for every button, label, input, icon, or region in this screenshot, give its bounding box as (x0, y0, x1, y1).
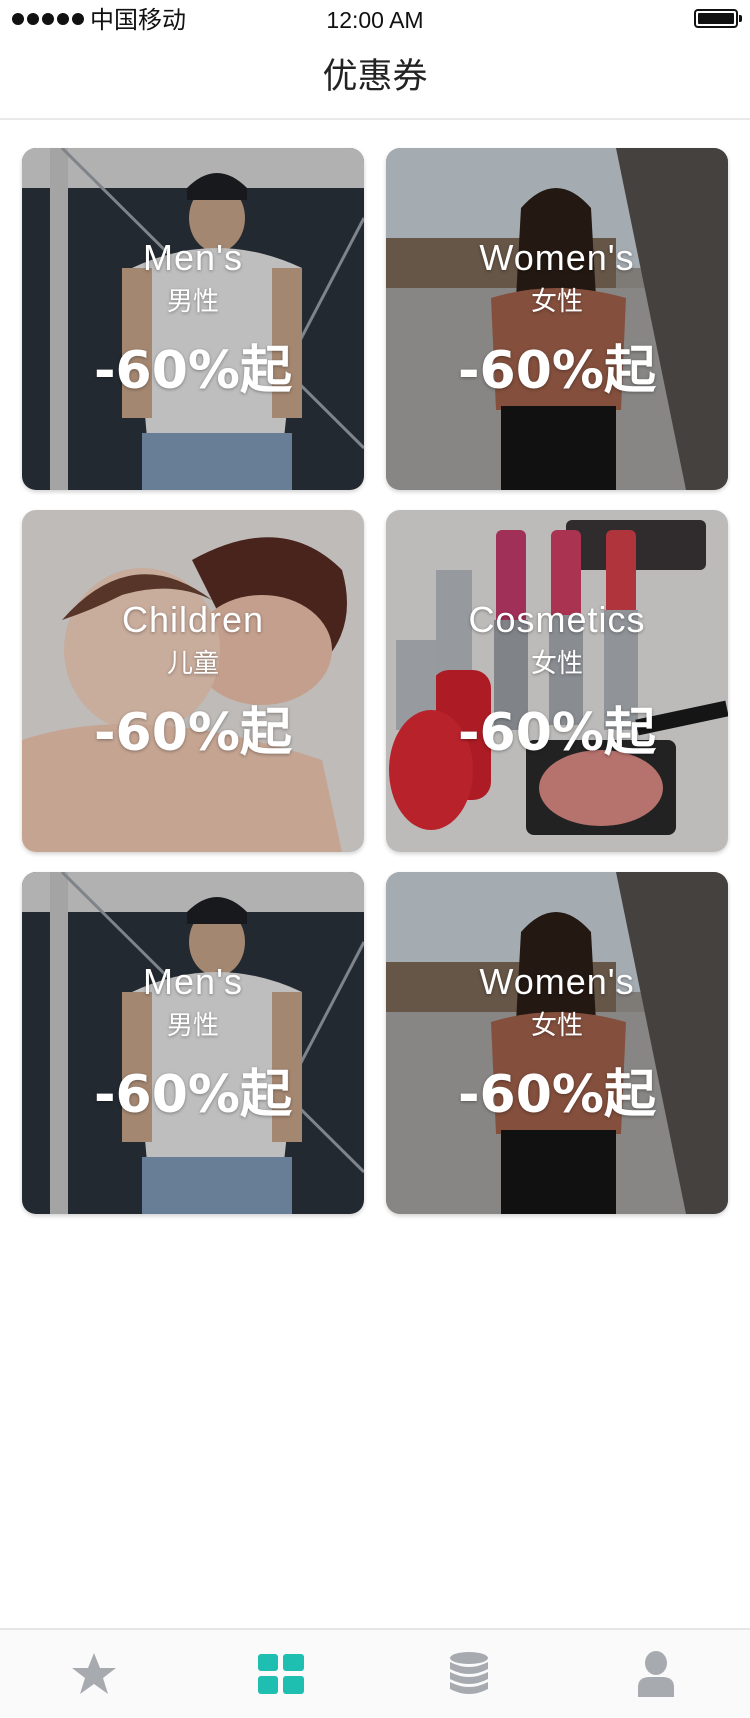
coupon-text: Cosmetics 女性 -60%起 (386, 600, 728, 764)
grid-icon (258, 1654, 305, 1694)
coupon-card-children[interactable]: Children 儿童 -60%起 (22, 510, 364, 852)
coupon-title: Women's (479, 237, 635, 278)
coupon-discount: -60%起 (93, 1065, 293, 1125)
coupon-card-cosmetics[interactable]: Cosmetics 女性 -60%起 (386, 510, 728, 852)
coupon-grid: Men's 男性 -60%起 Women's 女性 -60%起 Children… (22, 148, 732, 1214)
coupon-discount: -60%起 (457, 341, 657, 401)
coupon-title: Cosmetics (468, 599, 646, 640)
coupon-text: Men's 男性 -60%起 (22, 238, 364, 402)
coupon-title: Men's (143, 237, 243, 278)
status-bar: 中国移动 12:00 AM (0, 0, 750, 40)
star-icon (71, 1653, 116, 1694)
coupon-discount: -60%起 (457, 1065, 657, 1125)
tab-favorites[interactable] (0, 1630, 188, 1718)
coupon-text: Women's 女性 -60%起 (386, 238, 728, 402)
coupon-discount: -60%起 (457, 703, 657, 763)
user-icon (638, 1651, 675, 1697)
coupon-subtitle: 女性 (530, 1011, 583, 1041)
tab-profile[interactable] (563, 1630, 750, 1718)
database-icon (449, 1652, 488, 1694)
coupon-text: Men's 男性 -60%起 (22, 962, 364, 1126)
coupon-subtitle: 儿童 (166, 649, 219, 679)
coupon-discount: -60%起 (93, 703, 293, 763)
coupon-text: Children 儿童 -60%起 (22, 600, 364, 764)
coupon-title: Children (121, 599, 265, 640)
page-title: 优惠券 (322, 57, 428, 97)
coupon-subtitle: 男性 (166, 1011, 219, 1041)
navigation-bar: 优惠券 (0, 40, 750, 120)
coupon-card-mens[interactable]: Men's 男性 -60%起 (22, 872, 364, 1214)
tab-coupons[interactable] (188, 1630, 376, 1718)
tab-data[interactable] (375, 1630, 563, 1718)
coupon-subtitle: 女性 (530, 287, 583, 317)
battery-icon (694, 9, 742, 28)
coupon-card-womens[interactable]: Women's 女性 -60%起 (386, 872, 728, 1214)
coupon-title: Men's (143, 961, 243, 1002)
screen: 中国移动 12:00 AM 优惠券 Men's 男性 -60%起 Women's… (0, 0, 750, 1718)
coupon-discount: -60%起 (93, 341, 293, 401)
coupon-subtitle: 女性 (530, 649, 583, 679)
coupon-text: Women's 女性 -60%起 (386, 962, 728, 1126)
status-time: 12:00 AM (326, 7, 424, 33)
coupon-title: Women's (479, 961, 635, 1002)
tab-bar (0, 1628, 750, 1718)
coupon-card-mens[interactable]: Men's 男性 -60%起 (22, 148, 364, 490)
coupon-subtitle: 男性 (166, 287, 219, 317)
coupon-card-womens[interactable]: Women's 女性 -60%起 (386, 148, 728, 490)
